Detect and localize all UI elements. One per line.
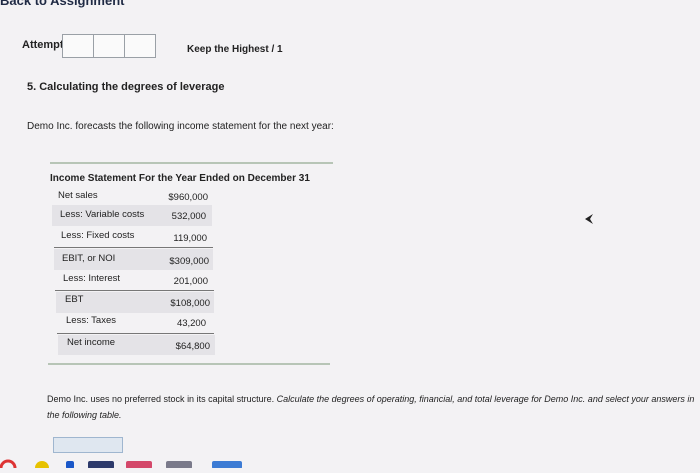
answer-table-header (53, 437, 123, 453)
row-value: $960,000 (168, 192, 208, 203)
table-top-rule (50, 162, 333, 164)
row-label: EBIT, or NOI (62, 253, 116, 264)
table-row: Less: Variable costs 532,000 (52, 205, 212, 226)
table-row: Less: Fixed costs 119,000 (52, 228, 212, 246)
attempt-box (124, 34, 156, 58)
row-value: 43,200 (176, 318, 206, 329)
instructions-part1: Demo Inc. uses no preferred stock in its… (47, 394, 275, 404)
income-statement-title: Income Statement For the Year Ended on D… (50, 173, 310, 184)
attempt-box (62, 34, 94, 58)
row-value: $309,000 (169, 256, 209, 267)
separator-line (54, 247, 213, 248)
separator-line (57, 333, 214, 334)
keep-highest-label: Keep the Highest / 1 (187, 44, 283, 55)
separator-line (55, 290, 214, 291)
row-label: Net income (67, 337, 116, 348)
row-label: EBT (65, 294, 84, 305)
row-value: 119,000 (173, 233, 207, 244)
attempt-box (93, 34, 125, 58)
question-intro: Demo Inc. forecasts the following income… (27, 121, 334, 132)
table-row: Less: Interest 201,000 (54, 271, 213, 289)
row-value: $108,000 (170, 298, 210, 309)
back-to-assignment-link[interactable]: Back to Assignment (0, 0, 125, 8)
row-value: $64,800 (175, 341, 210, 352)
mouse-pointer-icon (585, 214, 593, 224)
question-title: 5. Calculating the degrees of leverage (27, 81, 225, 93)
row-value: 532,000 (171, 211, 206, 222)
table-row: EBIT, or NOI $309,000 (54, 249, 213, 270)
row-label: Less: Interest (63, 273, 121, 284)
row-label: Net sales (58, 190, 98, 201)
row-label: Less: Fixed costs (61, 230, 135, 241)
instructions-text: Demo Inc. uses no preferred stock in its… (47, 391, 697, 423)
table-row: EBT $108,000 (56, 292, 214, 313)
table-row: Less: Taxes 43,200 (56, 314, 214, 332)
attempt-boxes (62, 34, 156, 58)
row-label: Less: Variable costs (60, 209, 145, 220)
taskbar-icons (0, 459, 242, 473)
row-label: Less: Taxes (66, 315, 116, 326)
row-value: 201,000 (173, 276, 208, 287)
table-row: Net income $64,800 (58, 335, 215, 355)
table-bottom-rule (48, 363, 330, 365)
table-row: Net sales $960,000 (52, 188, 212, 204)
taskbar (0, 455, 700, 473)
